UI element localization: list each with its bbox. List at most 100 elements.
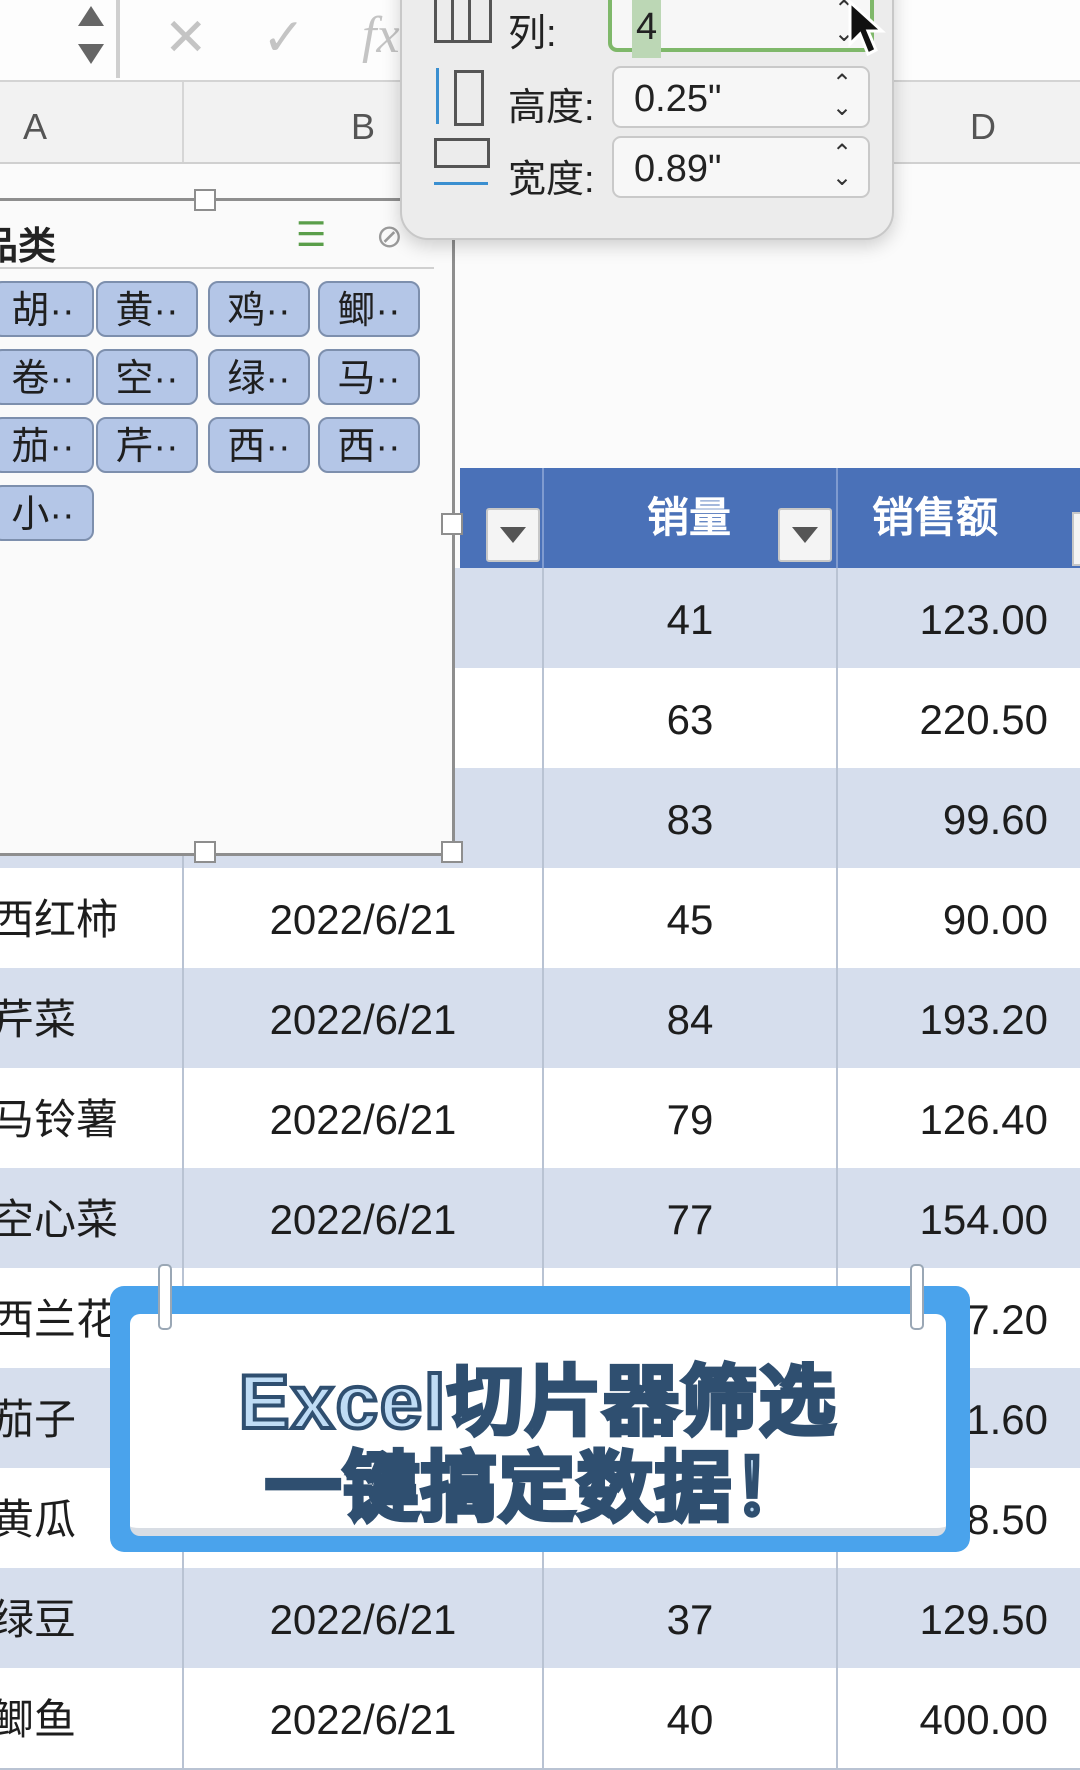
cell-sales[interactable]: 193.20 — [838, 968, 1048, 1068]
column-gridline — [542, 668, 544, 768]
name-box-divider — [116, 0, 120, 78]
cell-date[interactable]: 2022/6/21 — [184, 868, 542, 968]
table-row: 绿豆 2022/6/21 37 129.50 — [0, 1568, 1080, 1670]
mouse-cursor-icon — [848, 0, 886, 57]
height-field[interactable]: 0.25" ⌃ ⌄ — [612, 66, 870, 128]
cell-date[interactable]: 2022/6/21 — [184, 1168, 542, 1268]
columns-label: 列: — [508, 13, 557, 55]
slicer-item-button[interactable]: 芹·· — [96, 417, 198, 473]
column-gridline — [836, 1068, 838, 1168]
banner-card: Excel切片器筛选 一键搞定数据！ — [130, 1314, 946, 1536]
column-gridline — [542, 768, 544, 868]
column-gridline — [542, 568, 544, 668]
slicer-size-popover: 列: 4 ⌃ ⌄ 高度: 0.25" ⌃ ⌄ 宽度: 0.89" ⌃ ⌄ — [400, 0, 894, 240]
height-label: 高度: — [508, 87, 595, 129]
slicer-item-button[interactable]: 西·· — [208, 417, 310, 473]
cell-sales[interactable]: 129.50 — [838, 1568, 1048, 1668]
resize-handle[interactable] — [194, 841, 216, 863]
cell-sales[interactable]: 220.50 — [838, 668, 1048, 768]
header-sales: 销售额 — [872, 494, 999, 541]
filter-dropdown-button-sales[interactable] — [1072, 512, 1080, 566]
cell-name[interactable]: 芹菜 — [0, 968, 172, 1068]
cell-qty[interactable]: 45 — [544, 868, 836, 968]
cell-qty[interactable]: 83 — [544, 768, 836, 868]
resize-handle[interactable] — [194, 189, 216, 211]
column-gridline — [836, 568, 838, 668]
cell-date[interactable]: 2022/6/21 — [184, 1068, 542, 1168]
slicer-item-button[interactable]: 鸡·· — [208, 281, 310, 337]
height-icon — [432, 68, 494, 126]
cell-date[interactable]: 2022/6/21 — [184, 1668, 542, 1768]
table-header-row: 销量 销售额 — [460, 468, 1080, 568]
width-stepper[interactable]: ⌃ ⌄ — [826, 142, 858, 194]
column-gridline — [182, 868, 184, 968]
slicer-item-button[interactable]: 茄·· — [0, 417, 94, 473]
cell-sales[interactable]: 400.00 — [838, 1668, 1048, 1768]
cell-name[interactable]: 绿豆 — [0, 1568, 172, 1668]
slicer-item-button[interactable]: 鲫·· — [318, 281, 420, 337]
cell-sales[interactable]: 90.00 — [838, 868, 1048, 968]
column-gridline — [542, 1568, 544, 1668]
slicer-item-button[interactable]: 黄·· — [96, 281, 198, 337]
table-row: 马铃薯 2022/6/21 79 126.40 — [0, 1068, 1080, 1170]
cell-name[interactable]: 鲫鱼 — [0, 1668, 172, 1768]
cell-qty[interactable]: 63 — [544, 668, 836, 768]
cell-sales[interactable]: 99.60 — [838, 768, 1048, 868]
cell-qty[interactable]: 77 — [544, 1168, 836, 1268]
cell-date[interactable]: 2022/6/21 — [184, 968, 542, 1068]
cell-sales[interactable]: 123.00 — [838, 568, 1048, 668]
table-row: 西红柿 2022/6/21 45 90.00 — [0, 868, 1080, 970]
clear-filter-icon[interactable]: ⊘ — [376, 217, 403, 255]
name-box-stepper[interactable] — [74, 6, 108, 66]
slicer-item-button[interactable]: 绿·· — [208, 349, 310, 405]
cell-name[interactable]: 西红柿 — [0, 868, 172, 968]
column-header-a[interactable]: A — [0, 82, 70, 162]
function-icon[interactable]: fx — [362, 6, 400, 65]
column-gridline — [836, 968, 838, 1068]
cell-name[interactable]: 空心菜 — [0, 1168, 172, 1268]
columns-field[interactable]: 4 ⌃ ⌄ — [608, 0, 874, 58]
confirm-icon[interactable]: ✓ — [262, 8, 306, 68]
banner-title-line-2: 一键搞定数据！ — [263, 1444, 811, 1533]
column-gridline — [542, 868, 544, 968]
column-gridline — [182, 1168, 184, 1268]
cell-qty[interactable]: 41 — [544, 568, 836, 668]
filter-dropdown-button-qty[interactable] — [778, 508, 832, 562]
resize-handle[interactable] — [441, 513, 463, 535]
slicer-item-button[interactable]: 胡·· — [0, 281, 94, 337]
cell-qty[interactable]: 79 — [544, 1068, 836, 1168]
resize-handle[interactable] — [441, 841, 463, 863]
column-gridline — [836, 768, 838, 868]
slicer-item-button[interactable]: 马·· — [318, 349, 420, 405]
column-gridline — [542, 1068, 544, 1168]
multi-select-icon[interactable]: ☰ — [296, 215, 326, 255]
height-stepper[interactable]: ⌃ ⌄ — [826, 72, 858, 124]
columns-icon — [434, 0, 492, 43]
slicer-item-button[interactable]: 西·· — [318, 417, 420, 473]
cell-date[interactable]: 2022/6/21 — [184, 1568, 542, 1668]
title-banner: Excel切片器筛选 一键搞定数据！ — [110, 1264, 970, 1552]
slicer-item-button[interactable]: 空·· — [96, 349, 198, 405]
cell-qty[interactable]: 84 — [544, 968, 836, 1068]
slicer-item-button[interactable]: 小·· — [0, 485, 94, 541]
cell-name[interactable]: 马铃薯 — [0, 1068, 172, 1168]
column-gridline — [836, 1668, 838, 1768]
cell-qty[interactable]: 40 — [544, 1668, 836, 1768]
slicer-item-button[interactable]: 卷·· — [0, 349, 94, 405]
table-row: 空心菜 2022/6/21 77 154.00 — [0, 1168, 1080, 1270]
column-gridline — [836, 868, 838, 968]
filter-dropdown-button[interactable] — [486, 508, 540, 562]
banner-pin-right — [910, 1264, 924, 1330]
category-slicer[interactable]: 品类 ☰ ⊘ 胡··黄··鸡··鲫··卷··空··绿··马··茄··芹··西··… — [0, 189, 463, 863]
cancel-icon[interactable]: ✕ — [164, 8, 208, 68]
table-row: 鲫鱼 2022/6/21 40 400.00 — [0, 1668, 1080, 1770]
cell-sales[interactable]: 126.40 — [838, 1068, 1048, 1168]
cell-sales[interactable]: 154.00 — [838, 1168, 1048, 1268]
column-gridline — [836, 668, 838, 768]
cell-qty[interactable]: 37 — [544, 1568, 836, 1668]
column-gridline — [542, 968, 544, 1068]
width-field[interactable]: 0.89" ⌃ ⌄ — [612, 136, 870, 198]
column-gridline — [836, 1168, 838, 1268]
banner-pin-left — [158, 1264, 172, 1330]
column-gridline — [542, 1668, 544, 1768]
